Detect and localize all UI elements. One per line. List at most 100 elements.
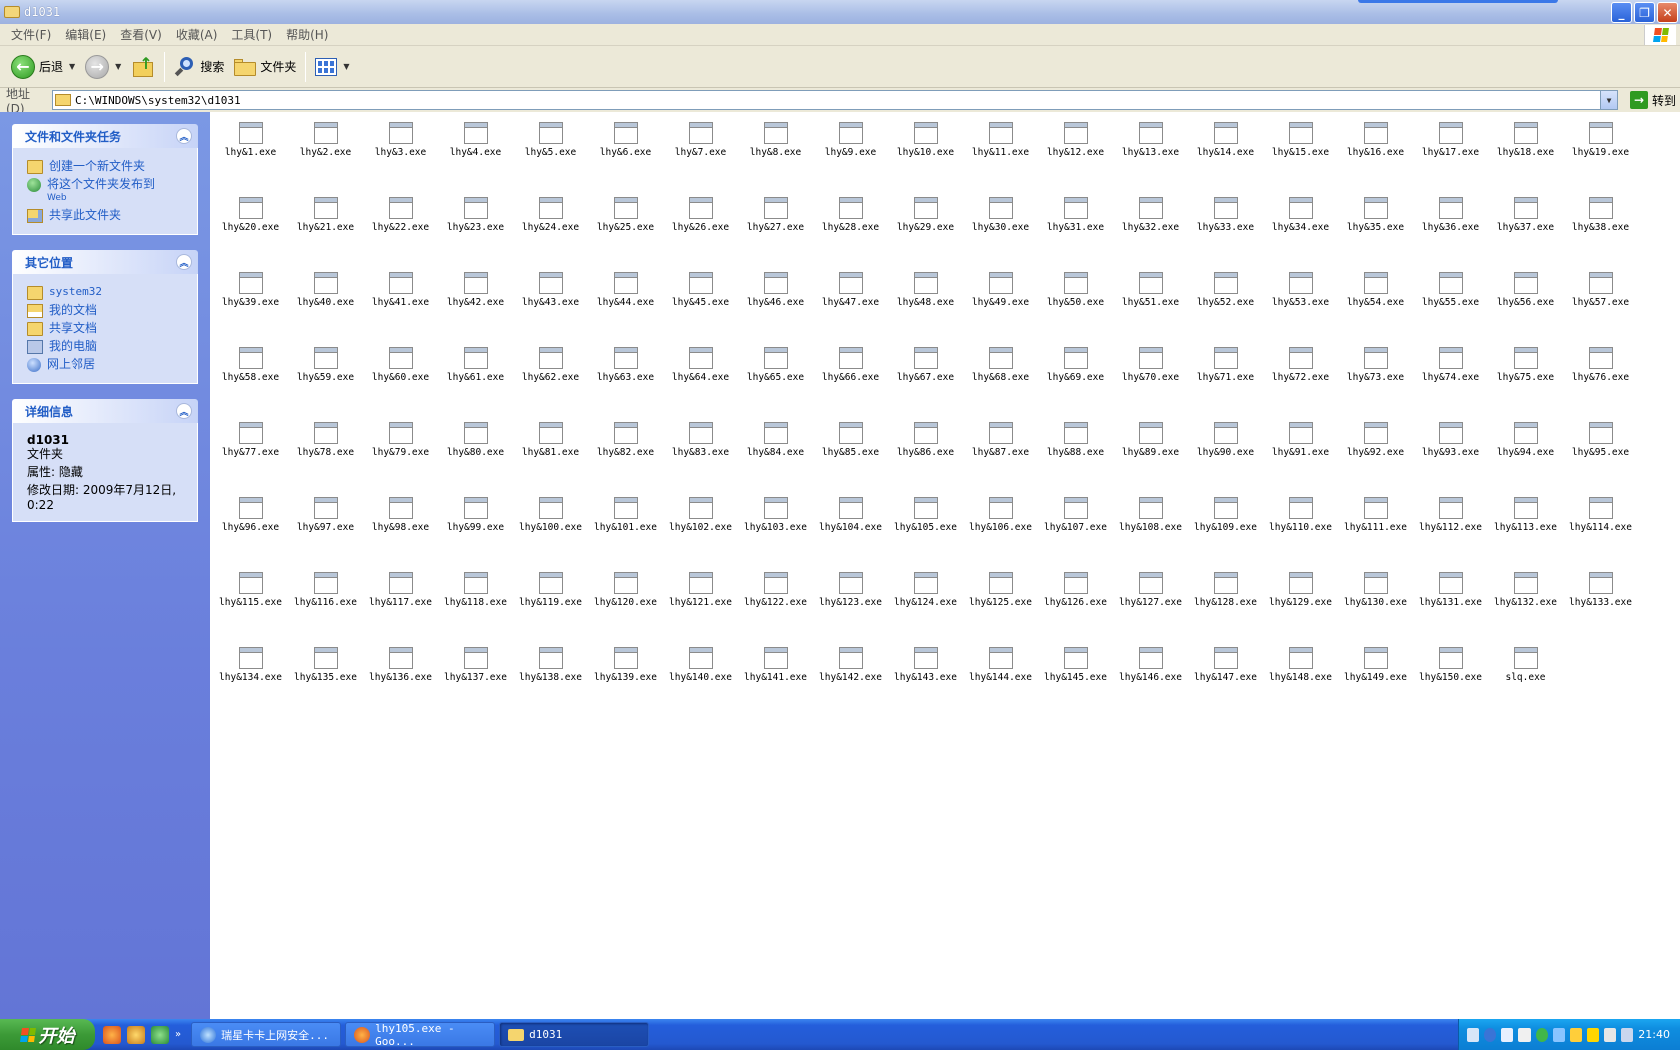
volume-icon[interactable]	[1621, 1027, 1634, 1042]
file-item[interactable]: lhy&14.exe	[1188, 112, 1263, 172]
file-item[interactable]: lhy&35.exe	[1338, 187, 1413, 247]
file-item[interactable]: lhy&150.exe	[1413, 637, 1488, 697]
menu-view[interactable]: 查看(V)	[113, 26, 169, 43]
file-item[interactable]: lhy&23.exe	[438, 187, 513, 247]
file-item[interactable]: lhy&145.exe	[1038, 637, 1113, 697]
file-item[interactable]: lhy&110.exe	[1263, 487, 1338, 547]
keyboard-icon[interactable]	[1467, 1027, 1480, 1042]
file-item[interactable]: lhy&143.exe	[888, 637, 963, 697]
file-item[interactable]: lhy&141.exe	[738, 637, 813, 697]
file-item[interactable]: lhy&46.exe	[738, 262, 813, 322]
file-item[interactable]: lhy&101.exe	[588, 487, 663, 547]
file-item[interactable]: lhy&83.exe	[663, 412, 738, 472]
file-item[interactable]: lhy&87.exe	[963, 412, 1038, 472]
file-item[interactable]: lhy&102.exe	[663, 487, 738, 547]
file-item[interactable]: lhy&147.exe	[1188, 637, 1263, 697]
file-item[interactable]: lhy&66.exe	[813, 337, 888, 397]
messenger-icon[interactable]	[127, 1025, 145, 1044]
file-item[interactable]: lhy&73.exe	[1338, 337, 1413, 397]
file-item[interactable]: lhy&71.exe	[1188, 337, 1263, 397]
file-item[interactable]: lhy&98.exe	[363, 487, 438, 547]
file-item[interactable]: lhy&123.exe	[813, 562, 888, 622]
file-item[interactable]: lhy&144.exe	[963, 637, 1038, 697]
folders-button[interactable]: 文件夹	[229, 50, 301, 84]
file-item[interactable]: lhy&67.exe	[888, 337, 963, 397]
start-button[interactable]: 开始	[0, 1019, 95, 1050]
file-item[interactable]: lhy&75.exe	[1488, 337, 1563, 397]
people-icon[interactable]	[151, 1025, 169, 1044]
file-item[interactable]: lhy&63.exe	[588, 337, 663, 397]
collapse-icon[interactable]: ︽	[176, 403, 192, 419]
file-item[interactable]: lhy&31.exe	[1038, 187, 1113, 247]
file-item[interactable]: lhy&91.exe	[1263, 412, 1338, 472]
menu-tools[interactable]: 工具(T)	[224, 26, 279, 43]
file-item[interactable]: lhy&52.exe	[1188, 262, 1263, 322]
file-item[interactable]: lhy&64.exe	[663, 337, 738, 397]
file-item[interactable]: lhy&139.exe	[588, 637, 663, 697]
file-item[interactable]: lhy&81.exe	[513, 412, 588, 472]
file-item[interactable]: lhy&79.exe	[363, 412, 438, 472]
file-item[interactable]: lhy&111.exe	[1338, 487, 1413, 547]
file-item[interactable]: lhy&72.exe	[1263, 337, 1338, 397]
tasks-panel-header[interactable]: 文件和文件夹任务 ︽	[12, 124, 198, 148]
file-item[interactable]: lhy&126.exe	[1038, 562, 1113, 622]
file-item[interactable]: lhy&69.exe	[1038, 337, 1113, 397]
file-item[interactable]: lhy&38.exe	[1563, 187, 1638, 247]
network-icon[interactable]	[1501, 1027, 1514, 1042]
file-item[interactable]: lhy&47.exe	[813, 262, 888, 322]
menu-favorites[interactable]: 收藏(A)	[169, 26, 225, 43]
file-item[interactable]: lhy&51.exe	[1113, 262, 1188, 322]
file-item[interactable]: lhy&3.exe	[363, 112, 438, 172]
minimize-button[interactable]: _	[1611, 2, 1632, 23]
file-item[interactable]: lhy&108.exe	[1113, 487, 1188, 547]
file-item[interactable]: lhy&58.exe	[213, 337, 288, 397]
file-item[interactable]: lhy&77.exe	[213, 412, 288, 472]
file-item[interactable]: lhy&97.exe	[288, 487, 363, 547]
close-button[interactable]: ✕	[1657, 2, 1678, 23]
file-item[interactable]: lhy&55.exe	[1413, 262, 1488, 322]
file-item[interactable]: lhy&140.exe	[663, 637, 738, 697]
file-item[interactable]: lhy&84.exe	[738, 412, 813, 472]
file-item[interactable]: lhy&48.exe	[888, 262, 963, 322]
file-item[interactable]: lhy&124.exe	[888, 562, 963, 622]
file-item[interactable]: lhy&133.exe	[1563, 562, 1638, 622]
file-item[interactable]: lhy&12.exe	[1038, 112, 1113, 172]
file-item[interactable]: lhy&19.exe	[1563, 112, 1638, 172]
warning-icon[interactable]	[1586, 1027, 1599, 1042]
file-item[interactable]: lhy&33.exe	[1188, 187, 1263, 247]
search-button[interactable]: 搜索	[169, 50, 229, 84]
file-item[interactable]: lhy&54.exe	[1338, 262, 1413, 322]
forward-button[interactable]: → ▼	[80, 50, 126, 84]
file-item[interactable]: lhy&76.exe	[1563, 337, 1638, 397]
file-item[interactable]: lhy&115.exe	[213, 562, 288, 622]
file-item[interactable]: lhy&45.exe	[663, 262, 738, 322]
file-item[interactable]: lhy&74.exe	[1413, 337, 1488, 397]
file-item[interactable]: lhy&114.exe	[1563, 487, 1638, 547]
file-item[interactable]: lhy&49.exe	[963, 262, 1038, 322]
file-item[interactable]: lhy&10.exe	[888, 112, 963, 172]
file-item[interactable]: lhy&43.exe	[513, 262, 588, 322]
file-item[interactable]: lhy&113.exe	[1488, 487, 1563, 547]
file-item[interactable]: lhy&56.exe	[1488, 262, 1563, 322]
collapse-icon[interactable]: ︽	[176, 128, 192, 144]
file-item[interactable]: lhy&85.exe	[813, 412, 888, 472]
address-dropdown-icon[interactable]: ▼	[1600, 91, 1617, 109]
menu-edit[interactable]: 编辑(E)	[58, 26, 113, 43]
file-item[interactable]: lhy&142.exe	[813, 637, 888, 697]
file-item[interactable]: lhy&119.exe	[513, 562, 588, 622]
new-folder-link[interactable]: 创建一个新文件夹	[27, 159, 189, 174]
file-item[interactable]: lhy&68.exe	[963, 337, 1038, 397]
connection-icon[interactable]	[1552, 1027, 1565, 1042]
file-item[interactable]: lhy&104.exe	[813, 487, 888, 547]
file-item[interactable]: lhy&118.exe	[438, 562, 513, 622]
place-network[interactable]: 网上邻居	[27, 357, 189, 372]
monitor-icon[interactable]	[1518, 1027, 1531, 1042]
file-item[interactable]: lhy&135.exe	[288, 637, 363, 697]
address-input[interactable]: C:\WINDOWS\system32\d1031 ▼	[52, 90, 1618, 110]
file-item[interactable]: lhy&95.exe	[1563, 412, 1638, 472]
file-item[interactable]: lhy&25.exe	[588, 187, 663, 247]
file-item[interactable]: lhy&90.exe	[1188, 412, 1263, 472]
file-item[interactable]: lhy&70.exe	[1113, 337, 1188, 397]
file-item[interactable]: lhy&149.exe	[1338, 637, 1413, 697]
file-item[interactable]: lhy&18.exe	[1488, 112, 1563, 172]
